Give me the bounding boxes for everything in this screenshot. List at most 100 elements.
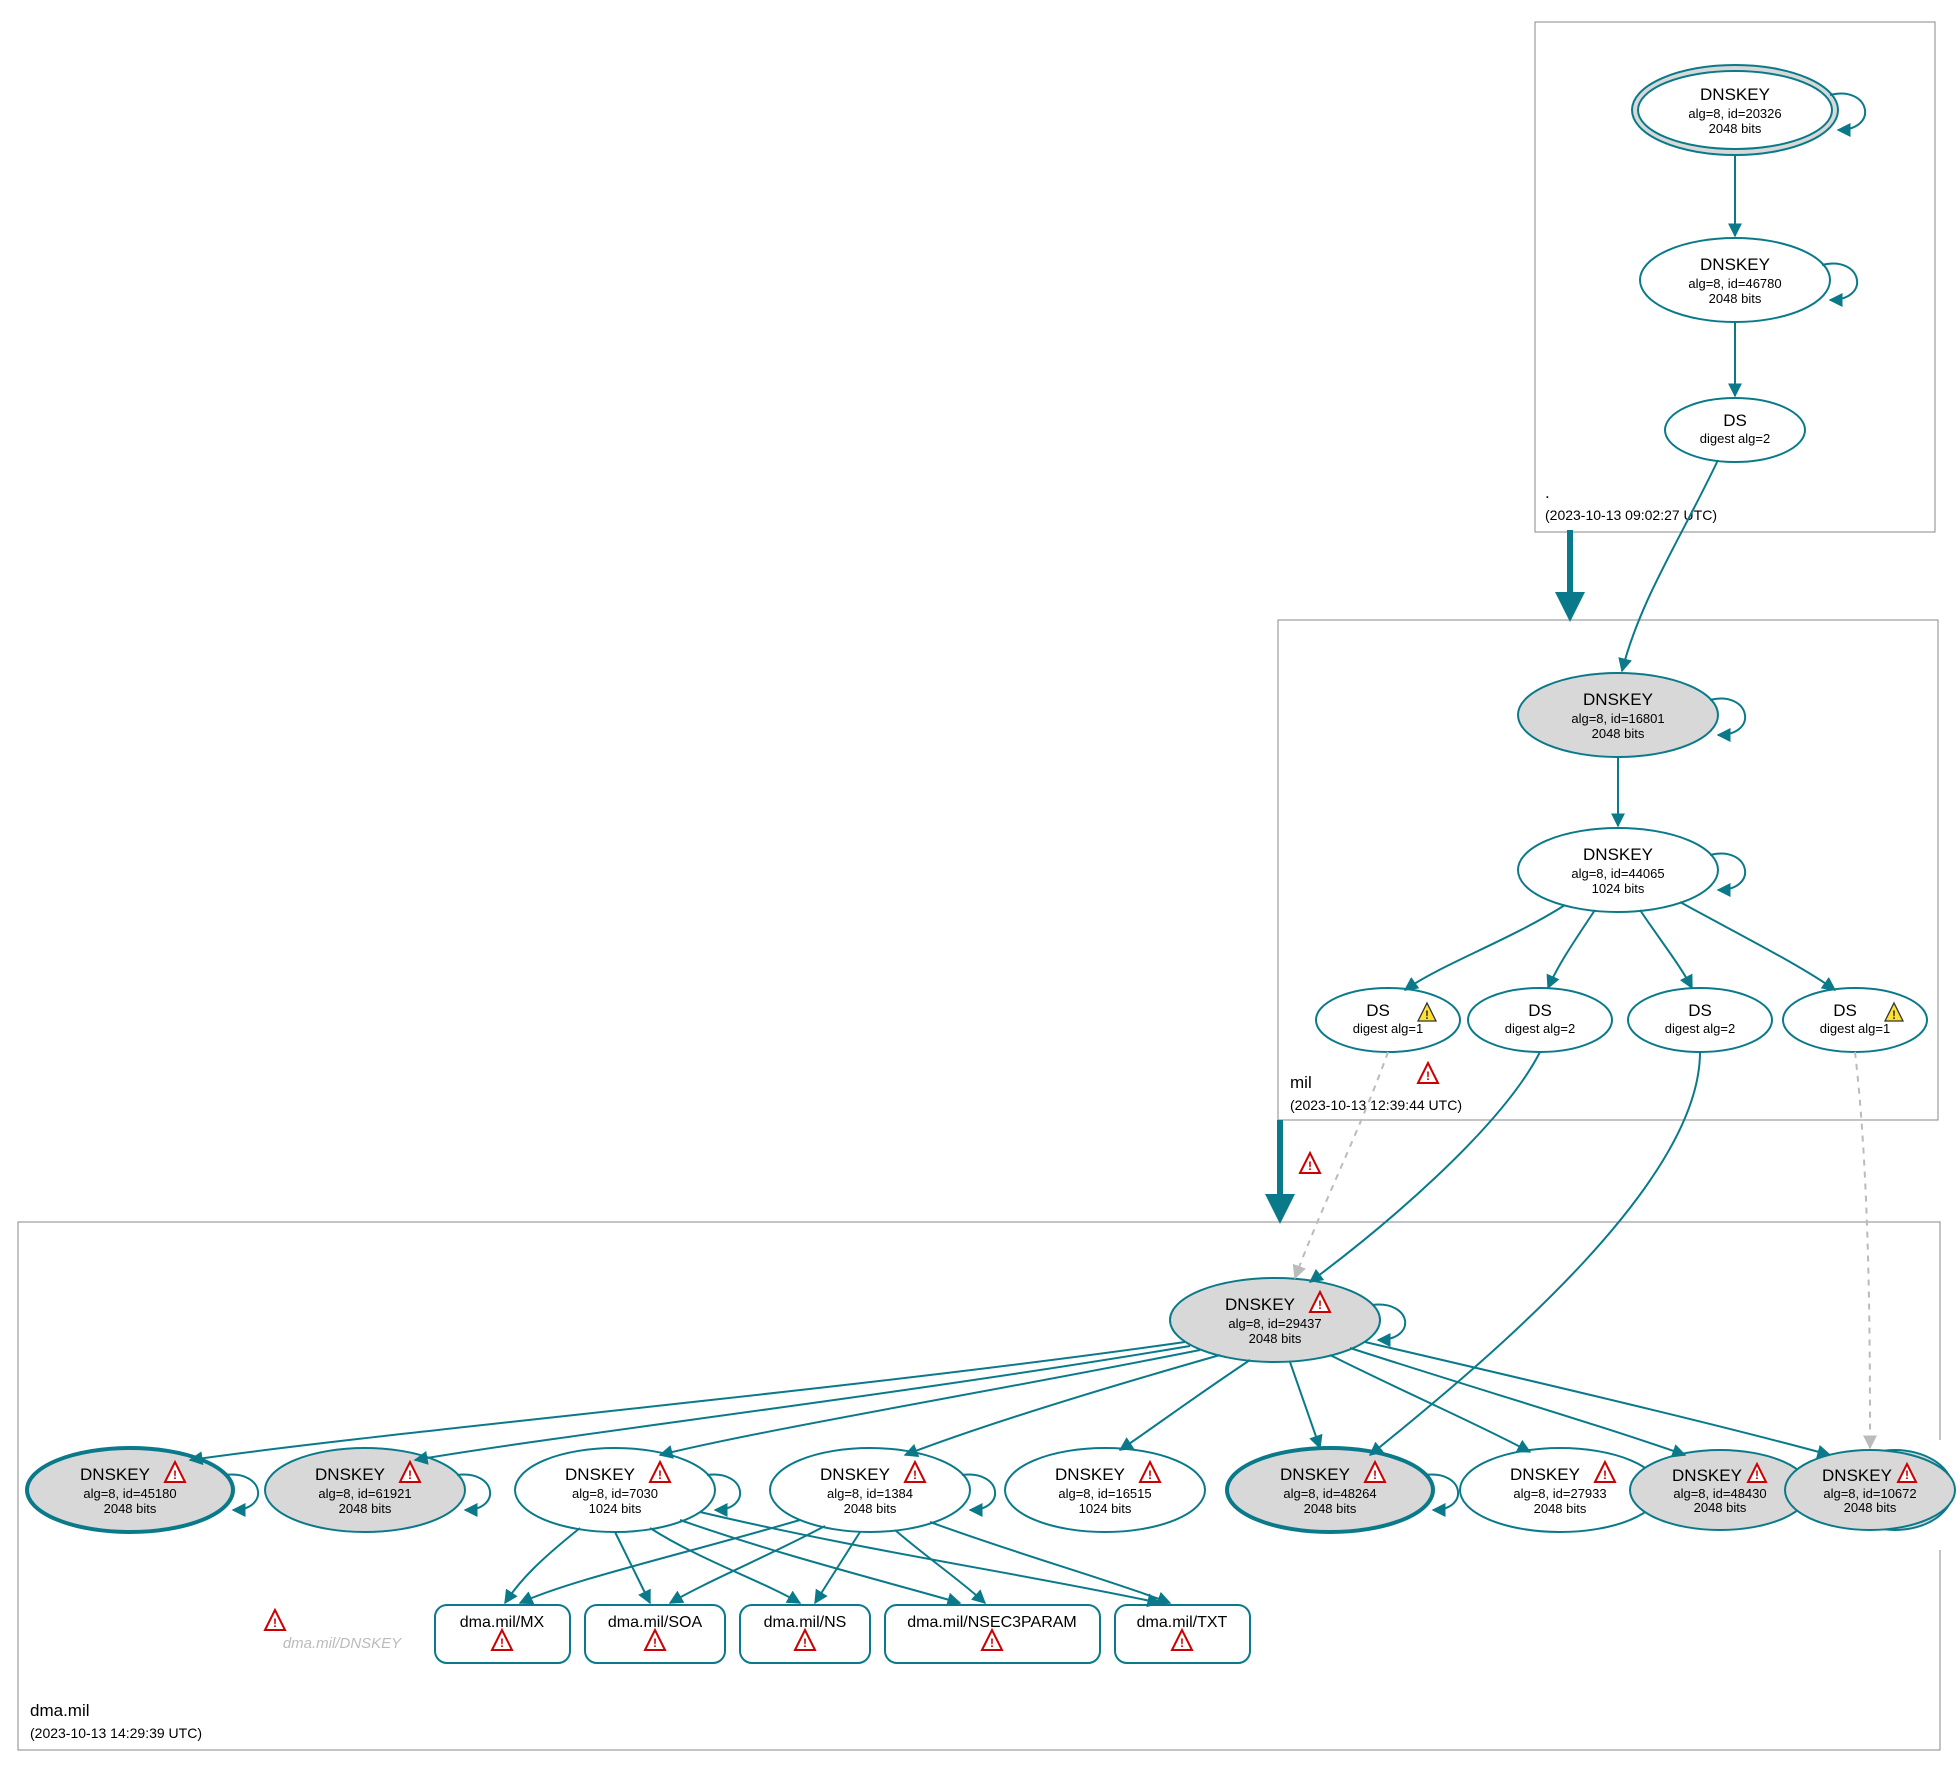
node-mil-ds1: DS digest alg=1 ! xyxy=(1316,988,1460,1052)
zone-label-root: . xyxy=(1545,483,1550,502)
edge-milzsk-ds1 xyxy=(1405,905,1565,990)
svg-text:alg=8, id=48430: alg=8, id=48430 xyxy=(1673,1486,1766,1501)
svg-text:!: ! xyxy=(1603,1468,1607,1482)
svg-text:!: ! xyxy=(990,1636,994,1650)
edge-rootds-milksk xyxy=(1622,460,1718,671)
svg-text:DS: DS xyxy=(1688,1001,1712,1020)
svg-text:!: ! xyxy=(1148,1468,1152,1482)
svg-text:DNSKEY: DNSKEY xyxy=(1280,1465,1350,1484)
svg-text:2048 bits: 2048 bits xyxy=(1592,726,1645,741)
node-mil-ds4: DS digest alg=1 ! xyxy=(1783,988,1927,1052)
e-1384-mx xyxy=(520,1520,800,1603)
node-mil-ds2: DS digest alg=2 xyxy=(1468,988,1612,1052)
svg-text:DNSKEY: DNSKEY xyxy=(1055,1465,1125,1484)
svg-text:!: ! xyxy=(1425,1008,1429,1022)
rr-nsec3param: dma.mil/NSEC3PARAM ! xyxy=(885,1605,1100,1663)
svg-text:2048 bits: 2048 bits xyxy=(844,1501,897,1516)
node-dma-10672-fix: DNSKEY alg=8, id=10672 2048 bits ! xyxy=(1785,1450,1955,1530)
node-mil-ksk: DNSKEY alg=8, id=16801 2048 bits xyxy=(1518,673,1718,757)
node-dma-7030: DNSKEY alg=8, id=7030 1024 bits ! xyxy=(515,1448,715,1532)
svg-text:2048 bits: 2048 bits xyxy=(1844,1500,1897,1515)
e-7030-ns xyxy=(650,1528,800,1603)
node-dma-48264: DNSKEY alg=8, id=48264 2048 bits ! xyxy=(1227,1448,1433,1532)
svg-text:DNSKEY: DNSKEY xyxy=(80,1465,150,1484)
svg-text:digest alg=1: digest alg=1 xyxy=(1353,1021,1423,1036)
svg-text:alg=8, id=48264: alg=8, id=48264 xyxy=(1283,1486,1376,1501)
svg-text:!: ! xyxy=(273,1616,277,1630)
svg-text:!: ! xyxy=(408,1468,412,1482)
rr-ns: dma.mil/NS ! xyxy=(740,1605,870,1663)
edge-ksk-7030 xyxy=(660,1350,1200,1455)
zone-ts-mil: (2023-10-13 12:39:44 UTC) xyxy=(1290,1097,1462,1113)
svg-text:2048 bits: 2048 bits xyxy=(1249,1331,1302,1346)
edge-milzsk-ds3 xyxy=(1640,910,1692,988)
rr-mx: dma.mil/MX ! xyxy=(435,1605,570,1663)
svg-text:alg=8, id=16801: alg=8, id=16801 xyxy=(1571,711,1664,726)
node-mil-ds3: DS digest alg=2 xyxy=(1628,988,1772,1052)
svg-text:2048 bits: 2048 bits xyxy=(1709,121,1762,136)
svg-text:DNSKEY: DNSKEY xyxy=(1583,690,1653,709)
svg-text:alg=8, id=16515: alg=8, id=16515 xyxy=(1058,1486,1151,1501)
e-7030-soa xyxy=(615,1532,650,1603)
svg-text:alg=8, id=29437: alg=8, id=29437 xyxy=(1228,1316,1321,1331)
svg-text:!: ! xyxy=(1180,1636,1184,1650)
node-dma-61921: DNSKEY alg=8, id=61921 2048 bits ! xyxy=(265,1448,465,1532)
node-dma-16515: DNSKEY alg=8, id=16515 1024 bits ! xyxy=(1005,1448,1205,1532)
svg-text:!: ! xyxy=(1755,1468,1759,1482)
svg-text:DNSKEY: DNSKEY xyxy=(1700,85,1770,104)
svg-text:1024 bits: 1024 bits xyxy=(1592,881,1645,896)
svg-text:alg=8, id=44065: alg=8, id=44065 xyxy=(1571,866,1664,881)
node-root-zsk: DNSKEY alg=8, id=46780 2048 bits xyxy=(1640,238,1830,322)
rr-txt: dma.mil/TXT ! xyxy=(1115,1605,1250,1663)
svg-text:alg=8, id=1384: alg=8, id=1384 xyxy=(827,1486,913,1501)
svg-text:alg=8, id=20326: alg=8, id=20326 xyxy=(1688,106,1781,121)
svg-text:alg=8, id=27933: alg=8, id=27933 xyxy=(1513,1486,1606,1501)
edge-ksk-48430 xyxy=(1350,1348,1685,1455)
edge-ksk-61921 xyxy=(415,1346,1190,1460)
svg-text:alg=8, id=45180: alg=8, id=45180 xyxy=(83,1486,176,1501)
svg-text:DS: DS xyxy=(1833,1001,1857,1020)
svg-text:!: ! xyxy=(1426,1069,1430,1083)
svg-text:!: ! xyxy=(1373,1468,1377,1482)
svg-text:alg=8, id=46780: alg=8, id=46780 xyxy=(1688,276,1781,291)
svg-text:!: ! xyxy=(803,1636,807,1650)
node-dma-1384: DNSKEY alg=8, id=1384 2048 bits ! xyxy=(770,1448,970,1532)
zone-label-mil: mil xyxy=(1290,1073,1312,1092)
svg-text:!: ! xyxy=(1892,1008,1896,1022)
svg-text:DNSKEY: DNSKEY xyxy=(1700,255,1770,274)
svg-text:alg=8, id=61921: alg=8, id=61921 xyxy=(318,1486,411,1501)
svg-text:1024 bits: 1024 bits xyxy=(1079,1501,1132,1516)
svg-text:!: ! xyxy=(1905,1468,1909,1482)
rr-soa: dma.mil/SOA ! xyxy=(585,1605,725,1663)
svg-text:DNSKEY: DNSKEY xyxy=(1822,1466,1892,1485)
edge-ksk-27933 xyxy=(1330,1355,1530,1452)
node-root-ksk: DNSKEY alg=8, id=20326 2048 bits xyxy=(1632,65,1838,155)
svg-text:dma.mil/DNSKEY: dma.mil/DNSKEY xyxy=(283,1635,402,1652)
e-7030-nsec xyxy=(680,1520,960,1603)
edge-ksk-48264 xyxy=(1290,1362,1320,1448)
node-root-ds: DS digest alg=2 xyxy=(1665,398,1805,462)
svg-text:!: ! xyxy=(913,1468,917,1482)
node-mil-zsk: DNSKEY alg=8, id=44065 1024 bits xyxy=(1518,828,1718,912)
svg-text:!: ! xyxy=(658,1468,662,1482)
svg-text:digest alg=1: digest alg=1 xyxy=(1820,1021,1890,1036)
e-1384-ns xyxy=(815,1532,860,1603)
svg-text:alg=8, id=7030: alg=8, id=7030 xyxy=(572,1486,658,1501)
svg-text:1024 bits: 1024 bits xyxy=(589,1501,642,1516)
svg-text:DS: DS xyxy=(1366,1001,1390,1020)
e-7030-mx xyxy=(505,1528,580,1603)
node-dma-ksk: DNSKEY alg=8, id=29437 2048 bits ! xyxy=(1170,1278,1380,1362)
edge-milzsk-ds4 xyxy=(1680,902,1835,990)
node-dma-45180: DNSKEY alg=8, id=45180 2048 bits ! xyxy=(27,1448,233,1532)
svg-text:alg=8, id=10672: alg=8, id=10672 xyxy=(1823,1486,1916,1501)
phantom-dnskey: ! dma.mil/DNSKEY xyxy=(265,1610,402,1652)
edge-milzsk-ds2 xyxy=(1548,910,1595,988)
svg-text:DNSKEY: DNSKEY xyxy=(1672,1466,1742,1485)
svg-text:!: ! xyxy=(1318,1298,1322,1312)
deleg-warning-icon: ! xyxy=(1300,1153,1320,1173)
edge-ksk-1384 xyxy=(905,1355,1220,1455)
svg-text:digest alg=2: digest alg=2 xyxy=(1665,1021,1735,1036)
mil-zone-warning-icon: ! xyxy=(1418,1063,1438,1083)
edge-ksk-10672 xyxy=(1365,1342,1830,1455)
edge-ksk-45180 xyxy=(190,1342,1185,1460)
